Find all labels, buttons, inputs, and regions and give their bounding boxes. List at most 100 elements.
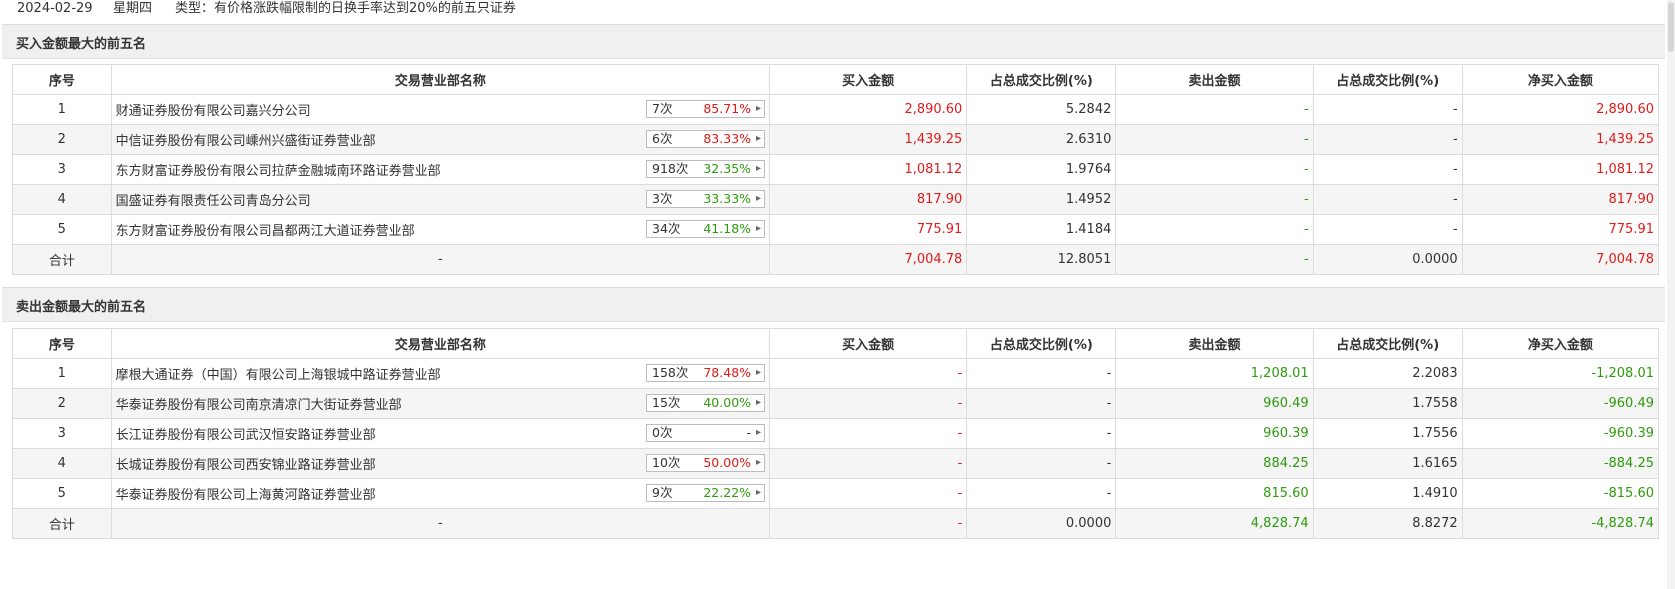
branch-name[interactable]: 东方财富证券股份有限公司拉萨金融城南环路证券营业部 <box>116 164 441 179</box>
sell-amount: - <box>1115 94 1314 125</box>
sell-ratio: 1.6165 <box>1312 448 1463 479</box>
branch-name[interactable]: 国盛证券有限责任公司青岛分公司 <box>116 194 311 209</box>
table-row: 5 东方财富证券股份有限公司昌都两江大道证券营业部 34次 41.18% ▸ 775.91… <box>12 214 1660 245</box>
net-buy-amount: 1,081.12 <box>1461 154 1660 185</box>
row-number: 1 <box>12 358 112 389</box>
weekday: 星期四 <box>113 1 153 16</box>
chevron-right-icon: ▸ <box>756 397 762 408</box>
sell-amount: 960.39 <box>1115 418 1314 449</box>
sell-ratio: - <box>1312 214 1463 245</box>
branch-stats-badge[interactable]: 6次 83.33% ▸ <box>646 130 766 148</box>
branch-stats-badge[interactable]: 9次 22.22% ▸ <box>646 484 766 502</box>
top-info-bar: 2024-02-29 星期四 类型：有价格涨跌幅限制的日换手率达到20%的前五只证券 <box>0 0 1675 20</box>
branch-cell: 华泰证券股份有限公司上海黄河路证券营业部 9次 22.22% ▸ <box>110 478 771 509</box>
buy-ratio: - <box>966 358 1117 389</box>
buy-amount: 2,890.60 <box>769 94 968 125</box>
row-number: 2 <box>12 388 112 419</box>
total-row: 合计 -7,004.78 12.8051-0.0000 7,004.78 <box>12 244 1660 275</box>
win-rate: 40.00% <box>703 395 752 410</box>
total-buy-amount: - <box>769 508 968 539</box>
buy-ratio: - <box>966 448 1117 479</box>
branch-name[interactable]: 中信证券股份有限公司嵊州兴盛街证券营业部 <box>116 134 376 149</box>
appear-count: 10次 <box>652 455 681 470</box>
col-header-net: 净买入金额 <box>1461 64 1660 95</box>
table-row: 2 华泰证券股份有限公司南京清凉门大街证券营业部 15次 40.00% ▸ - -960.4… <box>12 388 1660 419</box>
branch-name[interactable]: 长城证券股份有限公司西安锦业路证券营业部 <box>116 458 376 473</box>
branch-cell: 长江证券股份有限公司武汉恒安路证券营业部 0次 - ▸ <box>110 418 771 449</box>
win-rate: 78.48% <box>703 365 752 380</box>
chevron-right-icon: ▸ <box>756 427 762 438</box>
row-number: 5 <box>12 478 112 509</box>
total-net-amount: 7,004.78 <box>1461 244 1660 275</box>
table-header-row: 序号 交易营业部名称 买入金额 占总成交比例(%) 卖出金额 占总成交比例(%)… <box>12 328 1660 359</box>
total-sell-ratio: 8.8272 <box>1312 508 1463 539</box>
row-number: 5 <box>12 214 112 245</box>
table-row: 1 摩根大通证券（中国）有限公司上海银城中路证券营业部 158次 78.48% ▸ - -1… <box>12 358 1660 389</box>
buy-ratio: - <box>966 418 1117 449</box>
col-header-sell-ratio: 占总成交比例(%) <box>1312 328 1463 359</box>
table-row: 1 财通证券股份有限公司嘉兴分公司 7次 85.71% ▸ 2,890.60 5.2842-… <box>12 94 1660 125</box>
col-header-sell-ratio: 占总成交比例(%) <box>1312 64 1463 95</box>
sell-ratio: - <box>1312 124 1463 155</box>
list-type: 类型：有价格涨跌幅限制的日换手率达到20%的前五只证券 <box>175 1 516 16</box>
col-header-buy: 买入金额 <box>769 328 968 359</box>
net-buy-amount: 817.90 <box>1461 184 1660 215</box>
branch-stats-badge[interactable]: 7次 85.71% ▸ <box>646 100 766 118</box>
net-buy-amount: 775.91 <box>1461 214 1660 245</box>
buy-section-title: 买入金额最大的前五名 <box>16 37 147 52</box>
vertical-scrollbar[interactable] <box>1667 0 1675 589</box>
branch-stats-badge[interactable]: 34次 41.18% ▸ <box>646 220 766 238</box>
total-label: 合计 <box>12 244 112 275</box>
sell-amount: 815.60 <box>1115 478 1314 509</box>
sell-ratio: 2.2083 <box>1312 358 1463 389</box>
sell-amount: - <box>1115 184 1314 215</box>
branch-name[interactable]: 东方财富证券股份有限公司昌都两江大道证券营业部 <box>116 224 415 239</box>
branch-name[interactable]: 华泰证券股份有限公司上海黄河路证券营业部 <box>116 488 376 503</box>
table-row: 3 东方财富证券股份有限公司拉萨金融城南环路证券营业部 918次 32.35% ▸ 1,0… <box>12 154 1660 185</box>
net-buy-amount: 1,439.25 <box>1461 124 1660 155</box>
branch-name[interactable]: 华泰证券股份有限公司南京清凉门大街证券营业部 <box>116 398 402 413</box>
win-rate: 22.22% <box>703 485 752 500</box>
buy-amount: - <box>769 358 968 389</box>
net-buy-amount: -815.60 <box>1461 478 1660 509</box>
branch-cell: 东方财富证券股份有限公司拉萨金融城南环路证券营业部 918次 32.35% ▸ <box>110 154 771 185</box>
sell-amount: - <box>1115 214 1314 245</box>
appear-count: 158次 <box>652 365 689 380</box>
chevron-right-icon: ▸ <box>756 103 762 114</box>
buy-ratio: 5.2842 <box>966 94 1117 125</box>
branch-name[interactable]: 财通证券股份有限公司嘉兴分公司 <box>116 104 311 119</box>
table-row: 4 长城证券股份有限公司西安锦业路证券营业部 10次 50.00% ▸ - -884.25 1… <box>12 448 1660 479</box>
col-header-sell: 卖出金额 <box>1115 328 1314 359</box>
buy-ratio: - <box>966 478 1117 509</box>
chevron-right-icon: ▸ <box>756 193 762 204</box>
table-row: 5 华泰证券股份有限公司上海黄河路证券营业部 9次 22.22% ▸ - -815.60 1.… <box>12 478 1660 509</box>
sell-top5-table: 序号 交易营业部名称 买入金额 占总成交比例(%) 卖出金额 占总成交比例(%)… <box>12 328 1660 539</box>
col-header-branch: 交易营业部名称 <box>110 328 771 359</box>
branch-stats-badge[interactable]: 0次 - ▸ <box>646 424 766 442</box>
scrollbar-thumb[interactable] <box>1668 2 1674 52</box>
appear-count: 0次 <box>652 425 673 440</box>
buy-amount: 1,081.12 <box>769 154 968 185</box>
chevron-right-icon: ▸ <box>756 163 762 174</box>
branch-stats-badge[interactable]: 15次 40.00% ▸ <box>646 394 766 412</box>
chevron-right-icon: ▸ <box>756 487 762 498</box>
sell-ratio: - <box>1312 154 1463 185</box>
buy-amount: 1,439.25 <box>769 124 968 155</box>
win-rate: 85.71% <box>703 101 752 116</box>
row-number: 4 <box>12 184 112 215</box>
branch-name[interactable]: 长江证券股份有限公司武汉恒安路证券营业部 <box>116 428 376 443</box>
col-header-no: 序号 <box>12 328 112 359</box>
buy-section-header: 买入金额最大的前五名 <box>2 24 1665 59</box>
row-number: 3 <box>12 418 112 449</box>
sell-amount: 1,208.01 <box>1115 358 1314 389</box>
branch-stats-badge[interactable]: 3次 33.33% ▸ <box>646 190 766 208</box>
sell-amount: - <box>1115 154 1314 185</box>
win-rate: 41.18% <box>703 221 752 236</box>
sell-section-header: 卖出金额最大的前五名 <box>2 287 1665 322</box>
table-row: 3 长江证券股份有限公司武汉恒安路证券营业部 0次 - ▸ - -960.39 1.7556-… <box>12 418 1660 449</box>
branch-name[interactable]: 摩根大通证券（中国）有限公司上海银城中路证券营业部 <box>116 368 441 383</box>
sell-ratio: - <box>1312 94 1463 125</box>
branch-stats-badge[interactable]: 10次 50.00% ▸ <box>646 454 766 472</box>
branch-stats-badge[interactable]: 918次 32.35% ▸ <box>646 160 766 178</box>
branch-stats-badge[interactable]: 158次 78.48% ▸ <box>646 364 766 382</box>
